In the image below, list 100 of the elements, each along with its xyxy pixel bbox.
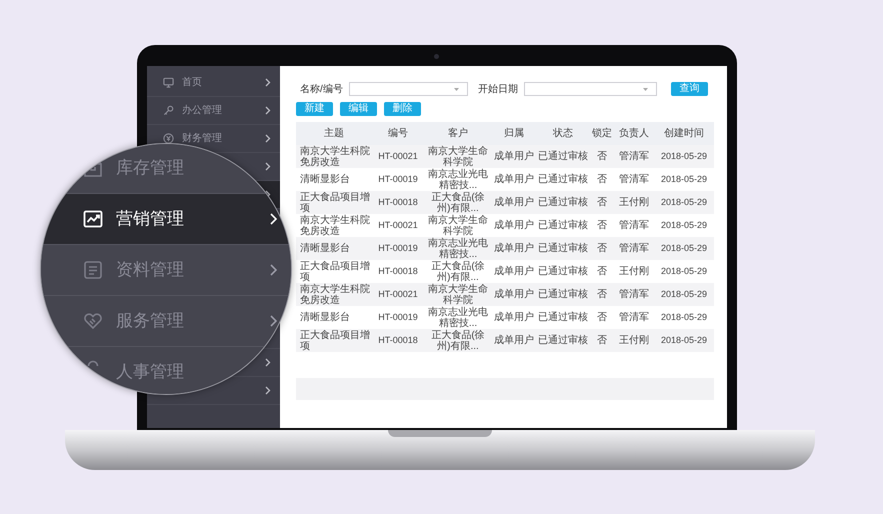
table-cell-text: 否: [596, 266, 608, 277]
action-button[interactable]: 编辑: [340, 102, 377, 116]
table-cell-text: 2018-05-29: [660, 150, 708, 163]
table-cell-text: 已通过审核: [537, 289, 589, 300]
column-header: 客户: [447, 126, 469, 141]
table-cell-text: 已通过审核: [537, 151, 589, 162]
dropdown-arrow-icon: [454, 88, 459, 90]
table-cell-text: 否: [596, 289, 608, 300]
table-cell-text: 王付刚: [618, 266, 650, 277]
column-header: 状态: [552, 126, 574, 141]
table-cell-text: 已通过审核: [537, 243, 589, 254]
action-button[interactable]: 新建: [296, 102, 333, 116]
table-cell-text: 否: [596, 312, 608, 323]
table-cell-text: 南京大学生命科学院: [427, 214, 489, 236]
monitor-icon: [163, 77, 174, 88]
table-cell-text: 管清军: [618, 174, 650, 185]
sidebar-item[interactable]: 首页: [182, 75, 202, 90]
table-cell-text: 否: [596, 243, 608, 254]
table-cell-text: 已通过审核: [537, 174, 589, 185]
table-cell-text: 已通过审核: [537, 335, 589, 346]
select-field[interactable]: [524, 82, 657, 96]
table-cell-text: 王付刚: [618, 335, 650, 346]
column-header: 锁定: [591, 126, 613, 141]
table-cell-text: 已通过审核: [537, 266, 589, 277]
document-icon: [83, 260, 103, 280]
table-cell-text: HT-00019: [377, 172, 419, 186]
table-cell-text: 清晰显影台: [299, 312, 351, 323]
table-cell-text: 成单用户: [493, 312, 535, 323]
sidebar-item[interactable]: 办公管理: [182, 103, 222, 118]
table-cell-text: 正大食品(徐州)有限...: [430, 330, 486, 352]
table-cell-text: HT-00018: [377, 264, 419, 278]
table-cell-text: HT-00018: [377, 196, 419, 209]
column-header: 主题: [323, 126, 345, 141]
table-cell-text: 成单用户: [493, 197, 535, 208]
table-cell-text: 2018-05-29: [660, 196, 708, 209]
table-cell-text: 已通过审核: [537, 312, 589, 323]
table-cell-text: 2018-05-29: [660, 310, 708, 324]
column-header: 创建时间: [663, 126, 705, 141]
camera-icon: [434, 54, 439, 59]
dropdown-arrow-icon: [642, 88, 648, 90]
sidebar-item[interactable]: 财务管理: [182, 131, 222, 146]
table-cell-text: 2018-05-29: [660, 264, 708, 278]
select-field[interactable]: [348, 82, 468, 96]
table-cell-text: 成单用户: [493, 151, 535, 162]
column-header: 归属: [503, 126, 525, 141]
table-cell-text: 正大食品(徐州)有限...: [430, 192, 486, 214]
table-cell-text: 正大食品项目增项: [299, 330, 371, 352]
table-cell-text: 南京大学生命科学院: [427, 284, 489, 306]
table-cell-text: 南京大学生科院免房改造: [299, 214, 371, 236]
table-cell-text: 2018-05-29: [660, 334, 708, 347]
table-cell-text: 管清军: [618, 151, 650, 162]
table-cell-text: 管清军: [618, 312, 650, 323]
table-cell-text: 已通过审核: [537, 197, 589, 208]
table-cell-text: 否: [596, 335, 608, 346]
table-cell-text: 成单用户: [493, 335, 535, 346]
table-cell-text: 否: [596, 197, 608, 208]
table-cell-text: 南京大学生科院免房改造: [299, 146, 371, 168]
table-cell-text: 清晰显影台: [299, 243, 351, 254]
menu-item[interactable]: 营销管理: [41, 194, 291, 245]
chart-icon: [83, 209, 103, 229]
table-cell-text: HT-00018: [377, 334, 419, 347]
table-cell-text: 正大食品项目增项: [299, 192, 371, 214]
table-cell-text: 管清军: [618, 220, 650, 231]
table-cell-text: 2018-05-29: [660, 242, 708, 255]
table-cell-text: 管清军: [618, 289, 650, 300]
table-cell-text: 正大食品项目增项: [299, 260, 371, 282]
key-icon: [163, 105, 174, 116]
table-cell-text: 王付刚: [618, 197, 650, 208]
column-header: 负责人: [618, 126, 650, 141]
table-cell-text: 成单用户: [493, 266, 535, 277]
column-header: 编号: [387, 126, 409, 141]
table-cell-text: 正大食品(徐州)有限...: [430, 260, 486, 282]
table-cell-text: HT-00021: [377, 218, 419, 232]
table-cell-text: 2018-05-29: [660, 288, 708, 301]
table-cell-text: 否: [596, 151, 608, 162]
table-cell-text: HT-00021: [377, 288, 419, 301]
table-cell-text: 2018-05-29: [660, 172, 708, 186]
table-cell-text: HT-00019: [377, 242, 419, 255]
table-cell-text: HT-00019: [377, 310, 419, 324]
filter-label: 名称/编号: [300, 82, 343, 96]
search-button[interactable]: 查询: [670, 82, 708, 96]
heart-handshake-icon: [83, 311, 103, 331]
table-cell-text: 成单用户: [493, 220, 535, 231]
table-cell-text: 否: [596, 220, 608, 231]
table-cell-text: 南京志业光电精密技...: [427, 168, 489, 190]
table-cell-text: 成单用户: [493, 174, 535, 185]
table-cell-text: HT-00021: [377, 150, 419, 163]
table-cell-text: 成单用户: [493, 243, 535, 254]
menu-item[interactable]: 资料管理: [41, 245, 291, 296]
table-cell-text: 南京志业光电精密技...: [427, 306, 489, 328]
action-button[interactable]: 删除: [384, 102, 421, 116]
table-cell-text: 南京大学生命科学院: [427, 146, 489, 168]
table-cell-text: 否: [596, 174, 608, 185]
table-cell-text: 已通过审核: [537, 220, 589, 231]
table-cell-text: 2018-05-29: [660, 218, 708, 232]
table-cell-text: 南京志业光电精密技...: [427, 238, 489, 260]
table-cell-text: 管清军: [618, 243, 650, 254]
filter-label: 开始日期: [478, 82, 518, 96]
table-cell-text: 清晰显影台: [299, 174, 351, 185]
table-cell-text: 南京大学生科院免房改造: [299, 284, 371, 306]
